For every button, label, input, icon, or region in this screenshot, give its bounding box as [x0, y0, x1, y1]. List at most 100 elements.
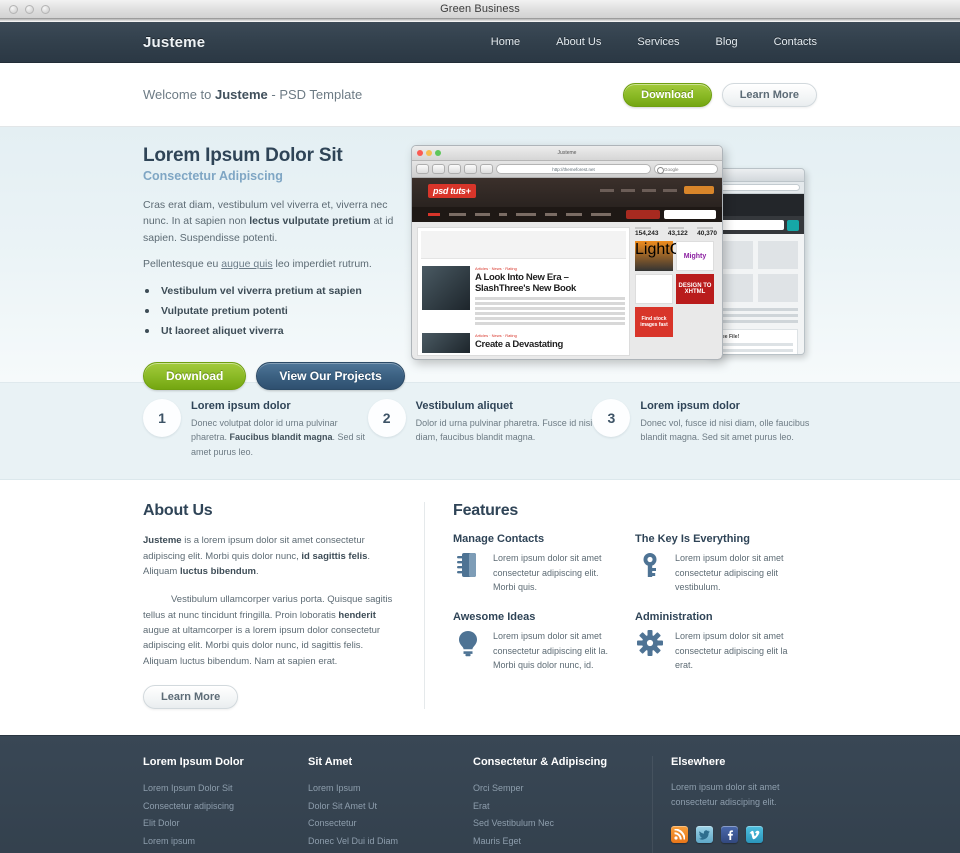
mockup-search-field: Google [654, 164, 718, 174]
welcome-prefix: Welcome to [143, 87, 216, 102]
mockup-ad-stock-images: Find stock images fast [635, 307, 673, 337]
about-heading: About Us [143, 502, 213, 520]
mockup-stat: 43,122 [667, 227, 688, 237]
footer-link[interactable]: Lorem ipsum [143, 833, 290, 851]
twitter-icon[interactable] [696, 825, 713, 843]
features-column: Features Manage Contacts Lorem ipsum dol… [425, 502, 817, 709]
step-item: 1 Lorem ipsum dolor Donec volutpat dolor… [143, 399, 368, 459]
footer-link[interactable]: Lorem Ipsum Dolor Sit [143, 780, 290, 798]
mockup-main-column: Articles · News · Rating A Look Into New… [417, 227, 630, 356]
rss-icon[interactable] [671, 825, 688, 843]
mockup-site-logo: psd tuts+ [428, 184, 476, 198]
mockup-home-button [480, 164, 493, 174]
nav-link-blog[interactable]: Blog [698, 36, 756, 48]
footer-link[interactable]: Consectetur [308, 815, 455, 833]
footer-column-heading: Elsewhere [671, 756, 726, 769]
nav-link-about-us[interactable]: About Us [538, 36, 619, 48]
hero-screenshot-group: Free File! Justeme http://themeforest.ne… [411, 145, 811, 370]
site-logo[interactable]: Justeme [143, 34, 205, 51]
feature-title: Administration [635, 611, 713, 624]
hero-p2-part2: leo imperdiet rutrum. [272, 257, 372, 270]
welcome-bar: Welcome to Justeme - PSD Template Downlo… [0, 63, 960, 127]
hero-bullet-item: Vulputate pretium potenti [143, 302, 405, 322]
step-text: Donec vol, fusce id nisi diam, olle fauc… [640, 418, 810, 443]
hero-inline-link[interactable]: augue quis [221, 258, 272, 270]
mockup-article: Articles · News · Rating A Look Into New… [418, 262, 629, 329]
mockup-toolbar: http://themeforest.net Google [412, 161, 722, 178]
step-number: 1 [143, 399, 181, 437]
footer-column-consectetur-adipiscing: Consectetur & Adipiscing Orci Semper Era… [473, 756, 652, 853]
about-paragraph-2: Vestibulum ullamcorper varius porta. Qui… [143, 594, 393, 667]
welcome-message: Welcome to Justeme - PSD Template [143, 87, 362, 102]
mockup-sidebar: 154,243 43,122 40,370 LightCMS Mighty DE… [635, 227, 717, 356]
hero-paragraph-2: Pellentesque eu augue quis leo imperdiet… [143, 258, 405, 270]
welcome-suffix: - PSD Template [267, 87, 363, 102]
footer-column-heading: Lorem Ipsum Dolor [143, 756, 244, 769]
welcome-actions: Download Learn More [623, 82, 817, 107]
footer-link[interactable]: Elit Dolor [143, 815, 290, 833]
mockup-site-nav [412, 207, 722, 222]
footer-link-list: Lorem Ipsum Dolor Sit Consectetur adipis… [143, 780, 290, 853]
mockup-back-button [416, 164, 429, 174]
feature-title: The Key Is Everything [635, 533, 750, 546]
footer-link-list: Lorem Ipsum Dolor Sit Amet Ut Consectetu… [308, 780, 455, 850]
footer-link[interactable]: Orci Semper [473, 780, 634, 798]
step-title: Lorem ipsum dolor [640, 400, 740, 412]
about-features-section: About Us Justeme is a lorem ipsum dolor … [0, 480, 960, 736]
footer-column-lorem-ipsum-dolor: Lorem Ipsum Dolor Lorem Ipsum Dolor Sit … [143, 756, 308, 853]
hero-download-button[interactable]: Download [143, 361, 247, 390]
hero-bullet-list: Vestibulum vel viverra pretium at sapien… [143, 282, 405, 342]
footer-elsewhere-text: Lorem ipsum dolor sit amet consectetur a… [671, 782, 780, 808]
window-title: Green Business [440, 3, 520, 15]
step-title: Vestibulum aliquet [415, 400, 513, 412]
footer-link[interactable]: Mauris Eget [473, 833, 634, 851]
footer-link[interactable]: Sed Vestibulum Nec [473, 815, 634, 833]
mockup-ad-mighty: Mighty [676, 241, 714, 271]
mockup-site-body: Articles · News · Rating A Look Into New… [412, 222, 722, 359]
mockup-article-meta: Articles · News · Rating [475, 266, 517, 271]
footer-link[interactable]: Erat [473, 798, 634, 816]
welcome-download-button[interactable]: Download [623, 82, 712, 107]
key-icon [635, 551, 665, 595]
step-item: 2 Vestibulum aliquet Dolor id urna pulvi… [367, 399, 593, 459]
mockup-article-meta: Articles · News · Rating [475, 332, 517, 338]
secondary-search-button [787, 219, 799, 231]
site-header: Justeme Home About Us Services Blog Cont… [0, 22, 960, 63]
notebook-icon [453, 551, 483, 595]
feature-text: Lorem ipsum dolor sit amet consectetur a… [493, 553, 602, 593]
hero-view-projects-button[interactable]: View Our Projects [256, 361, 405, 390]
nav-link-contacts[interactable]: Contacts [756, 36, 817, 48]
footer-link[interactable]: Lorem Ipsum [308, 780, 455, 798]
lightbulb-icon [453, 629, 483, 673]
welcome-brand: Justeme [215, 87, 268, 102]
primary-browser-mockup: Justeme http://themeforest.net Google ps… [411, 145, 723, 360]
facebook-icon[interactable] [721, 825, 738, 843]
secondary-free-file-box: Free File! [712, 329, 798, 354]
footer-column-heading: Sit Amet [308, 756, 353, 769]
hero-actions: Download View Our Projects [143, 361, 405, 390]
about-learn-more-button[interactable]: Learn More [143, 685, 239, 710]
mockup-site-toplinks [600, 186, 714, 194]
os-window: Green Business Justeme Home About Us Ser… [0, 0, 960, 853]
footer-link[interactable]: Consectetur adipiscing [143, 798, 290, 816]
feature-item-awesome-ideas: Awesome Ideas Lorem ipsum dolor sit amet… [453, 611, 635, 673]
mockup-forward-button [432, 164, 445, 174]
hero-p1-bold: lectus vulputate pretium [249, 215, 371, 228]
features-grid: Manage Contacts Lorem ipsum dolor sit am… [453, 533, 817, 689]
hero-p2-part1: Pellentesque eu [143, 257, 222, 270]
vimeo-icon[interactable] [746, 825, 763, 843]
footer-link[interactable]: Donec Vel Dui id Diam [308, 833, 455, 851]
mockup-article: Articles · News · Rating Create a Devast… [418, 329, 629, 357]
nav-link-services[interactable]: Services [619, 36, 697, 48]
welcome-learn-more-button[interactable]: Learn More [721, 82, 817, 107]
secondary-free-file-title: Free File! [717, 334, 740, 340]
hero-subtitle: Consectetur Adipiscing [143, 169, 283, 183]
mockup-address-field: http://themeforest.net [496, 164, 651, 174]
mockup-article-title-2: Create a Devastating [475, 338, 563, 350]
footer-link[interactable]: Dolor Sit Amet Ut [308, 798, 455, 816]
mockup-page-content: psd tuts+ Articles · News · Rating A Loo… [412, 178, 722, 359]
nav-link-home[interactable]: Home [473, 36, 538, 48]
feature-item-administration: Administration Lorem ipsum dolor sit ame… [635, 611, 817, 673]
footer-column-heading: Consectetur & Adipiscing [473, 756, 608, 769]
step-number: 3 [592, 399, 631, 437]
